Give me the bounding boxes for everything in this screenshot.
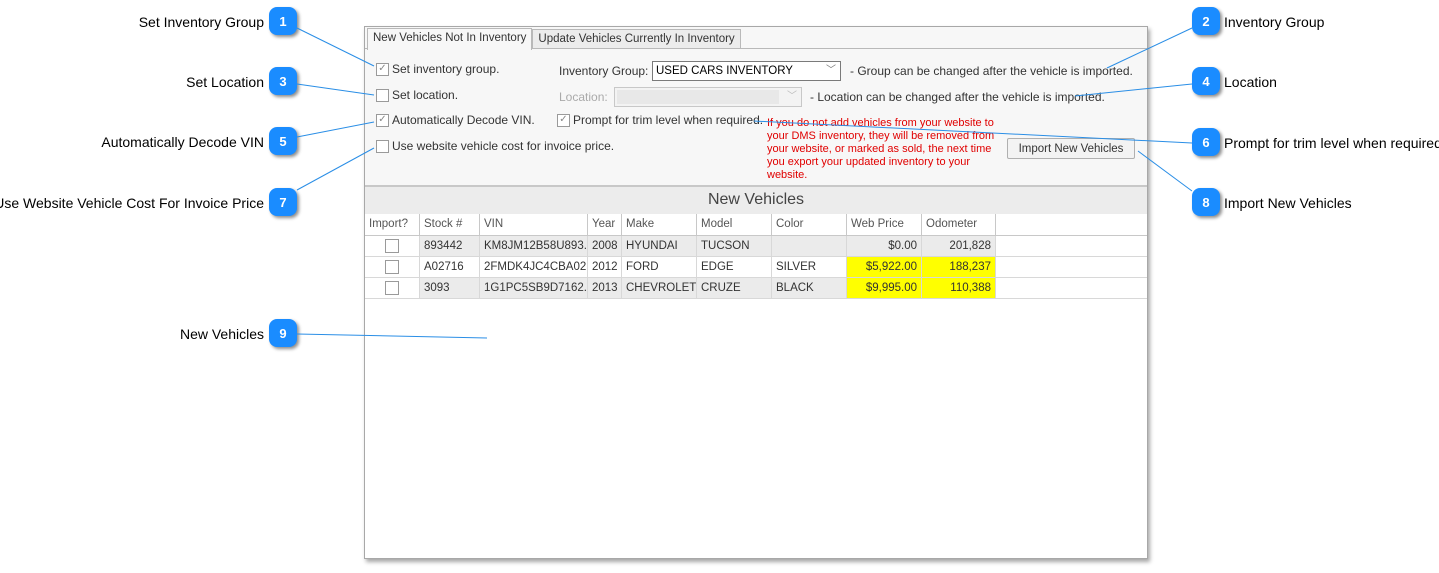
column-header-odometer[interactable]: Odometer	[921, 214, 996, 235]
checkbox-unchecked-icon	[376, 88, 389, 102]
callout-badge-5: 5	[269, 127, 297, 155]
table-row[interactable]: 893442 KM8JM12B58U893... 2008 HYUNDAI TU…	[365, 236, 1147, 257]
make-cell: HYUNDAI	[621, 236, 696, 256]
leader-line-3	[296, 83, 375, 96]
callout-badge-2: 2	[1192, 7, 1220, 35]
location-select[interactable]: ﹀	[614, 87, 802, 107]
odometer-cell: 110,388	[921, 278, 996, 298]
prompt-trim-checkbox[interactable]: ✓ Prompt for trim level when required.	[557, 113, 763, 127]
leader-line-1	[296, 27, 375, 67]
chevron-down-icon: ﹀	[787, 91, 797, 102]
new-vehicles-grid: New Vehicles Import? Stock # VIN Year Ma…	[365, 185, 1147, 558]
inventory-group-note: - Group can be changed after the vehicle…	[850, 64, 1133, 78]
import-checkbox[interactable]	[385, 281, 399, 295]
sync-warning-text: If you do not add vehicles from your web…	[767, 117, 995, 181]
year-cell: 2012	[587, 257, 621, 277]
tab-strip: New Vehicles Not In Inventory Update Veh…	[367, 28, 741, 50]
color-cell: BLACK	[771, 278, 846, 298]
callout-badge-4: 4	[1192, 67, 1220, 95]
checkbox-unchecked-icon	[376, 139, 389, 153]
location-label: Location:	[559, 90, 608, 104]
import-new-vehicles-button[interactable]: Import New Vehicles	[1007, 138, 1135, 159]
grid-header: Import? Stock # VIN Year Make Model Colo…	[365, 214, 1147, 236]
web-price-cell: $5,922.00	[846, 257, 921, 277]
callout-badge-1: 1	[269, 7, 297, 35]
model-cell: EDGE	[696, 257, 771, 277]
odometer-cell: 201,828	[921, 236, 996, 256]
callout-label-import-new-vehicles: Import New Vehicles	[1224, 195, 1352, 211]
use-website-cost-label: Use website vehicle cost for invoice pri…	[392, 139, 615, 153]
table-row[interactable]: A02716 2FMDK4JC4CBA02... 2012 FORD EDGE …	[365, 257, 1147, 278]
stock-cell: 3093	[419, 278, 479, 298]
callout-label-use-cost: Use Website Vehicle Cost For Invoice Pri…	[0, 195, 264, 211]
callout-label-location: Location	[1224, 74, 1277, 90]
color-cell: SILVER	[771, 257, 846, 277]
grid-title: New Vehicles	[365, 187, 1147, 214]
chevron-down-icon: ﹀	[826, 65, 836, 76]
column-header-model[interactable]: Model	[696, 214, 771, 235]
callout-badge-9: 9	[269, 319, 297, 347]
inventory-group-value: USED CARS INVENTORY	[656, 65, 793, 77]
import-checkbox[interactable]	[385, 260, 399, 274]
year-cell: 2008	[587, 236, 621, 256]
checkbox-checked-icon: ✓	[376, 62, 389, 76]
use-website-cost-checkbox[interactable]: Use website vehicle cost for invoice pri…	[376, 139, 614, 153]
vin-cell: KM8JM12B58U893...	[479, 236, 587, 256]
leader-line-5	[296, 121, 375, 138]
checkbox-checked-icon: ✓	[376, 113, 389, 127]
checkbox-checked-icon: ✓	[557, 113, 570, 127]
column-header-import[interactable]: Import?	[365, 214, 419, 235]
decode-vin-label: Automatically Decode VIN.	[392, 113, 535, 127]
import-checkbox[interactable]	[385, 239, 399, 253]
set-inventory-group-label: Set inventory group.	[392, 62, 500, 76]
tab-panel-new-vehicles: ✓ Set inventory group. Set location. ✓ A…	[365, 48, 1147, 185]
column-header-web-price[interactable]: Web Price	[846, 214, 921, 235]
callout-label-set-location: Set Location	[186, 74, 264, 90]
column-header-color[interactable]: Color	[771, 214, 846, 235]
vin-cell: 2FMDK4JC4CBA02...	[479, 257, 587, 277]
odometer-cell: 188,237	[921, 257, 996, 277]
web-price-cell: $0.00	[846, 236, 921, 256]
column-header-vin[interactable]: VIN	[479, 214, 587, 235]
table-row[interactable]: 3093 1G1PC5SB9D7162... 2013 CHEVROLET CR…	[365, 278, 1147, 299]
column-header-year[interactable]: Year	[587, 214, 621, 235]
import-vehicles-window: New Vehicles Not In Inventory Update Veh…	[364, 26, 1148, 559]
callout-badge-8: 8	[1192, 188, 1220, 216]
set-location-checkbox[interactable]: Set location.	[376, 88, 458, 102]
make-cell: FORD	[621, 257, 696, 277]
stock-cell: A02716	[419, 257, 479, 277]
callout-badge-3: 3	[269, 67, 297, 95]
color-cell	[771, 236, 846, 256]
web-price-cell: $9,995.00	[846, 278, 921, 298]
callout-label-new-vehicles: New Vehicles	[179, 326, 264, 342]
prompt-trim-label: Prompt for trim level when required.	[573, 113, 764, 127]
tab-update-vehicles-in-inventory[interactable]: Update Vehicles Currently In Inventory	[532, 29, 741, 49]
callout-label-decode-vin: Automatically Decode VIN	[101, 134, 264, 150]
leader-line-7	[296, 147, 375, 191]
inventory-group-label: Inventory Group:	[559, 64, 649, 78]
callout-badge-6: 6	[1192, 128, 1220, 156]
model-cell: TUCSON	[696, 236, 771, 256]
column-header-make[interactable]: Make	[621, 214, 696, 235]
inventory-group-select[interactable]: USED CARS INVENTORY ﹀	[652, 61, 841, 81]
callout-label-inventory-group: Inventory Group	[1224, 14, 1325, 30]
callout-label-set-inventory-group: Set Inventory Group	[138, 14, 264, 30]
vin-cell: 1G1PC5SB9D7162...	[479, 278, 587, 298]
set-location-label: Set location.	[392, 88, 459, 102]
callout-label-prompt-trim: Prompt for trim level when required	[1224, 135, 1439, 151]
set-inventory-group-checkbox[interactable]: ✓ Set inventory group.	[376, 62, 499, 76]
year-cell: 2013	[587, 278, 621, 298]
decode-vin-checkbox[interactable]: ✓ Automatically Decode VIN.	[376, 113, 535, 127]
tab-new-vehicles-not-in-inventory[interactable]: New Vehicles Not In Inventory	[367, 28, 533, 50]
callout-badge-7: 7	[269, 188, 297, 216]
stock-cell: 893442	[419, 236, 479, 256]
make-cell: CHEVROLET	[621, 278, 696, 298]
location-note: - Location can be changed after the vehi…	[810, 90, 1105, 104]
column-header-stock[interactable]: Stock #	[419, 214, 479, 235]
model-cell: CRUZE	[696, 278, 771, 298]
